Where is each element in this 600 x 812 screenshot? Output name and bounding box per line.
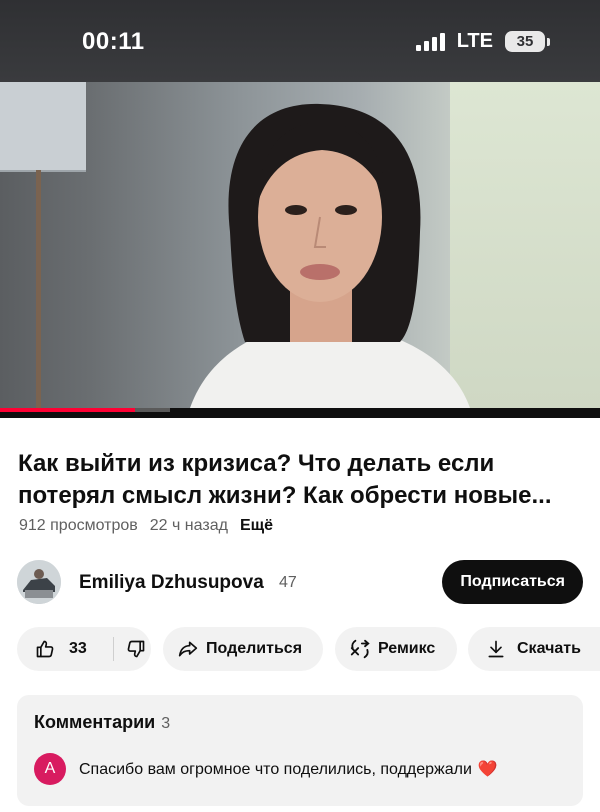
clock: 00:11 [82,28,145,55]
like-button[interactable]: 33 [17,639,113,659]
video-title[interactable]: Как выйти из кризиса? Что делать если по… [18,448,588,512]
share-icon [177,639,199,659]
signal-icon [415,32,445,51]
video-frame-person [190,103,470,408]
played-bar [0,408,135,412]
remix-icon [349,638,371,660]
subscribe-button[interactable]: Подписаться [442,560,583,604]
lamp-pole [36,170,41,408]
video-progress-bar[interactable] [0,408,600,418]
subscriber-count: 47 [279,574,297,591]
view-count: 912 просмотров [19,517,138,534]
dislike-icon [126,639,146,659]
download-button[interactable]: Скачать [468,627,600,671]
video-player[interactable] [0,82,600,408]
more-link[interactable]: Ещё [240,517,273,535]
comments-title: Комментарии [34,712,156,732]
remix-button[interactable]: Ремикс [335,627,457,671]
share-button[interactable]: Поделиться [163,627,323,671]
like-icon [35,639,55,659]
battery-level: 35 [505,31,545,52]
status-indicators: LTE 35 [415,30,550,53]
download-icon [486,638,506,660]
comments-heading: Комментарии 3 [34,712,170,733]
comments-count: 3 [161,715,171,732]
lamp-shade [0,82,86,172]
comments-panel[interactable]: Комментарии 3 A Спасибо вам огромное что … [17,695,583,806]
channel-avatar[interactable] [17,560,61,604]
remix-label: Ремикс [378,640,436,657]
action-bar: 33 Поделиться Ремикс Скачать [17,627,600,671]
channel-name[interactable]: Emiliya Dzhusupova [79,572,264,594]
like-dislike-group: 33 [17,627,151,671]
video-details: Как выйти из кризиса? Что делать если по… [0,418,600,812]
comment-text: Спасибо вам огромное что поделились, под… [79,761,472,778]
channel-row: Emiliya Dzhusupova 47 Подписаться [17,560,583,606]
heart-emoji: ❤️ [477,761,498,778]
status-bar: 00:11 LTE 35 [0,0,600,82]
network-type: LTE [456,30,493,52]
battery-icon: 35 [505,31,550,52]
like-count: 33 [69,640,87,657]
commenter-avatar[interactable]: A [34,753,66,785]
top-comment: Спасибо вам огромное что поделились, под… [79,759,498,779]
dislike-button[interactable] [114,639,146,659]
video-metadata[interactable]: 912 просмотров 22 ч назад Ещё [19,517,273,535]
share-label: Поделиться [206,640,303,657]
download-label: Скачать [517,640,581,657]
upload-age: 22 ч назад [149,517,228,534]
